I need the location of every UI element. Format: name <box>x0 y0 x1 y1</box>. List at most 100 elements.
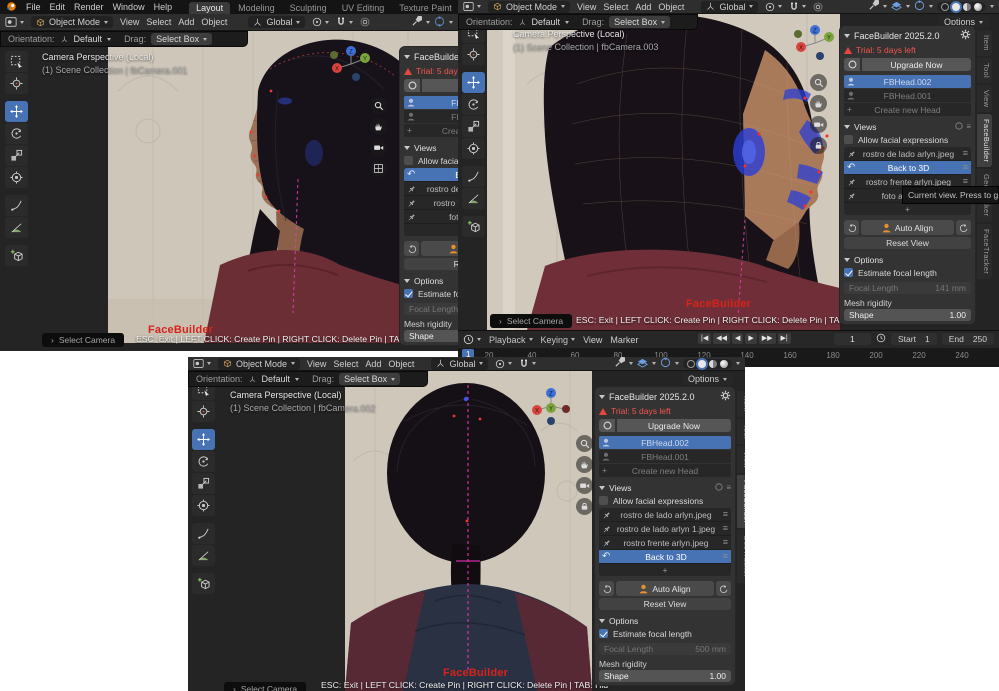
proportional-editing-icon[interactable] <box>360 17 370 27</box>
viewport-3d[interactable]: Orientation: Default Drag: Select Box Op… <box>188 371 745 691</box>
tool-transform-icon[interactable] <box>192 495 215 516</box>
shading-rendered-icon[interactable] <box>720 359 728 368</box>
create-new-head-button[interactable]: +Create new Head <box>844 103 971 116</box>
create-new-head-button[interactable]: +Create new Head <box>599 464 731 477</box>
timeline-menu-view[interactable]: View <box>583 335 602 345</box>
tool-annotate-icon[interactable] <box>192 523 215 544</box>
tab-view[interactable]: View <box>977 84 992 113</box>
orientation-value[interactable]: Default <box>74 34 103 44</box>
zoom-icon[interactable] <box>370 97 387 114</box>
reset-view-button[interactable]: Reset View <box>844 237 971 249</box>
shading-material-icon[interactable] <box>963 2 971 11</box>
transform-orientation[interactable]: Global <box>431 357 489 370</box>
shading-wireframe-icon[interactable] <box>687 359 695 368</box>
shading-rendered-icon[interactable] <box>974 2 982 11</box>
shape-slider[interactable]: Shape1.00 <box>844 309 971 321</box>
tab-facetracker[interactable]: FaceTracker <box>977 223 992 279</box>
tool-cursor-icon[interactable] <box>192 401 215 422</box>
checkbox-unchecked[interactable] <box>844 135 853 144</box>
viewport-3d[interactable]: Orientation: Default Drag: Select Box Ca… <box>0 31 458 351</box>
menu-select[interactable]: Select <box>146 17 171 27</box>
shape-slider[interactable]: Shape1.00 <box>404 330 458 342</box>
head-item-selected[interactable]: FBHead.002 <box>599 436 731 449</box>
workspace-tab-layout[interactable]: Layout <box>189 2 231 14</box>
checkbox-unchecked[interactable] <box>599 496 608 505</box>
keentools-icon[interactable] <box>599 419 615 432</box>
pivot-point-icon[interactable] <box>312 17 330 27</box>
tool-cursor-icon[interactable] <box>462 44 485 65</box>
camera-view-icon[interactable] <box>810 116 827 133</box>
hamburger-icon[interactable]: ≡ <box>723 508 728 521</box>
menu-select[interactable]: Select <box>333 359 358 369</box>
tool-rotate-icon[interactable] <box>5 123 28 144</box>
checkbox-checked[interactable] <box>599 629 608 638</box>
allow-expressions-row[interactable]: Allow facial expressions <box>599 494 731 507</box>
timeline-menu-marker[interactable]: Marker <box>610 335 638 345</box>
menu-render[interactable]: Render <box>74 2 104 12</box>
views-section-header[interactable]: Views≡ <box>844 120 971 133</box>
tool-settings-icon[interactable] <box>411 15 423 29</box>
menu-object[interactable]: Object <box>201 17 227 27</box>
help-icon[interactable] <box>715 482 723 493</box>
tool-cursor-icon[interactable] <box>5 73 28 94</box>
hamburger-icon[interactable]: ≡ <box>963 161 968 174</box>
tool-add-cube-icon[interactable] <box>5 245 28 266</box>
navigation-gizmo[interactable]: Z X Y <box>528 383 574 429</box>
checkbox-unchecked[interactable] <box>404 156 413 165</box>
tool-annotate-icon[interactable] <box>5 195 28 216</box>
panel-header[interactable]: FaceBuilder 2025.2.0 <box>404 50 458 63</box>
play-reverse-button[interactable]: ◀ <box>731 333 744 344</box>
workspace-tab-sculpting[interactable]: Sculpting <box>283 2 334 14</box>
collapse-arrow-icon[interactable] <box>404 54 410 59</box>
view-row[interactable]: rostro de lado arlyn 1.jpeg≡ <box>599 522 731 536</box>
gear-icon[interactable] <box>720 390 731 403</box>
workspace-tab-texture-paint[interactable]: Texture Paint <box>392 2 458 14</box>
view-row-active[interactable]: ↶Back to 3D≡ <box>599 550 731 564</box>
tool-transform-icon[interactable] <box>462 138 485 159</box>
menu-edit[interactable]: Edit <box>50 2 66 12</box>
tool-add-cube-icon[interactable] <box>462 216 485 237</box>
tool-add-cube-icon[interactable] <box>192 573 215 594</box>
tool-measure-icon[interactable] <box>192 545 215 566</box>
tool-measure-icon[interactable] <box>462 188 485 209</box>
tab-facebuilder[interactable]: FaceBuilder <box>977 114 992 168</box>
select-camera-collapsed[interactable]: › Select Camera <box>42 333 125 347</box>
options-section-header[interactable]: Options <box>404 274 458 287</box>
view-row[interactable]: foto atras.jpeg≡ <box>404 210 458 224</box>
navigation-gizmo[interactable]: Z X Y <box>328 41 374 87</box>
tool-transform-icon[interactable] <box>5 167 28 188</box>
snap-magnet-icon[interactable] <box>336 17 354 27</box>
tab-geotracker[interactable]: GeoTracker <box>737 530 745 583</box>
menu-add[interactable]: Add <box>178 17 194 27</box>
zoom-icon[interactable] <box>810 74 827 91</box>
transform-orientation[interactable]: Global <box>701 0 759 13</box>
menu-view[interactable]: View <box>307 359 326 369</box>
tool-move-icon[interactable] <box>462 72 485 93</box>
end-frame-field[interactable]: End 250 <box>941 333 994 345</box>
tab-view[interactable]: View <box>737 445 745 474</box>
tool-scale-icon[interactable] <box>462 116 485 137</box>
perspective-grid-icon[interactable] <box>370 160 387 177</box>
prev-keyframe-button[interactable]: ◀◀ <box>713 333 730 344</box>
mode-selector[interactable]: Object Mode <box>31 16 114 28</box>
tab-item[interactable]: Item <box>977 30 992 56</box>
navigation-gizmo[interactable]: Z X Y <box>792 20 838 66</box>
head-item-selected[interactable]: FBHead.002 <box>844 75 971 88</box>
estimate-focal-row[interactable]: Estimate focal length <box>404 287 458 300</box>
tab-tool[interactable]: Tool <box>977 57 992 83</box>
menu-view[interactable]: View <box>577 2 596 12</box>
orientation-value[interactable]: Default <box>262 374 291 384</box>
menu-add[interactable]: Add <box>365 359 381 369</box>
rotate-right-icon[interactable] <box>956 220 971 235</box>
help-icon[interactable] <box>955 121 963 132</box>
tool-measure-icon[interactable] <box>5 217 28 238</box>
estimate-focal-row[interactable]: Estimate focal length <box>844 266 971 279</box>
tool-move-icon[interactable] <box>5 101 28 122</box>
view-row[interactable]: rostro frente arlyn.jpeg≡ <box>599 536 731 550</box>
upgrade-now-button[interactable]: Upgrade Now <box>422 79 458 92</box>
presets-icon[interactable]: ≡ <box>966 122 971 132</box>
tab-item[interactable]: Item <box>737 391 745 417</box>
editor-type-icon[interactable] <box>463 1 481 12</box>
create-new-head-button[interactable]: +Create new Head <box>404 124 458 137</box>
add-view-button[interactable]: + <box>599 564 731 576</box>
